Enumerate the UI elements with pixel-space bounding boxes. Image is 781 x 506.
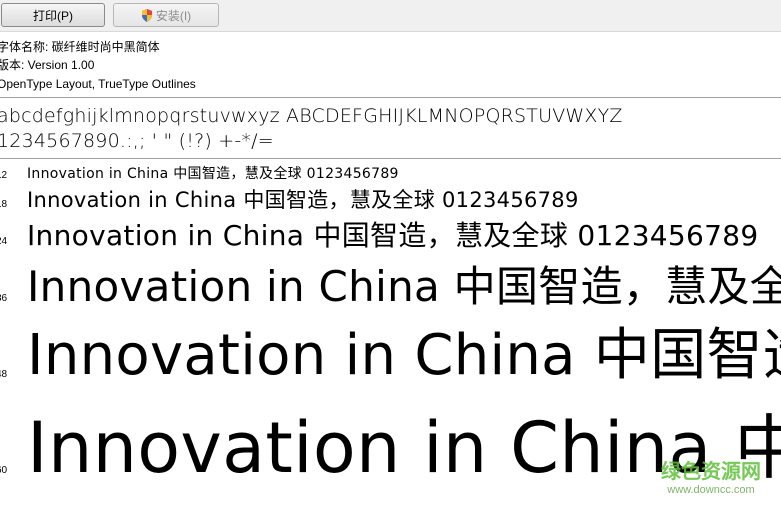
size-label-60: 60 xyxy=(0,465,8,476)
size-label-18: 18 xyxy=(0,199,8,210)
charset-digits: 1234567890.:,; ' " (!?) +-*/= xyxy=(0,130,274,152)
font-version-line: 版本: Version 1.00 xyxy=(0,58,95,72)
separator-top xyxy=(0,97,781,98)
font-name-line: 字体名称: 碳纤维时尚中黑简体 xyxy=(0,40,160,54)
sample-line-48: Innovation in China 中国智造，慧及全球 0123456789 xyxy=(27,323,781,388)
install-button-label: 安装(I) xyxy=(155,8,192,23)
charset-letters: abcdefghijklmnopqrstuvwxyz ABCDEFGHIJKLM… xyxy=(0,105,623,127)
separator-bottom xyxy=(0,158,781,159)
sample-line-36: Innovation in China 中国智造，慧及全球 0123456789 xyxy=(27,262,781,311)
size-label-12: 12 xyxy=(0,170,8,181)
size-label-36: 36 xyxy=(0,293,8,304)
print-button[interactable]: 打印(P) xyxy=(1,3,105,27)
sample-line-18: Innovation in China 中国智造，慧及全球 0123456789 xyxy=(27,188,579,212)
sample-line-24: Innovation in China 中国智造，慧及全球 0123456789 xyxy=(27,219,759,252)
install-button[interactable]: 安装(I) xyxy=(113,3,219,27)
size-label-48: 48 xyxy=(0,369,8,380)
toolbar: 打印(P) 安装(I) xyxy=(0,0,781,32)
size-label-24: 24 xyxy=(0,236,8,247)
sample-line-60: Innovation in China 中国智造，慧及全球 0123456789 xyxy=(27,407,781,489)
font-type-line: OpenType Layout, TrueType Outlines xyxy=(0,77,196,91)
sample-line-12: Innovation in China 中国智造，慧及全球 0123456789 xyxy=(27,166,399,182)
shield-icon xyxy=(141,8,152,22)
print-button-label: 打印(P) xyxy=(33,8,73,23)
